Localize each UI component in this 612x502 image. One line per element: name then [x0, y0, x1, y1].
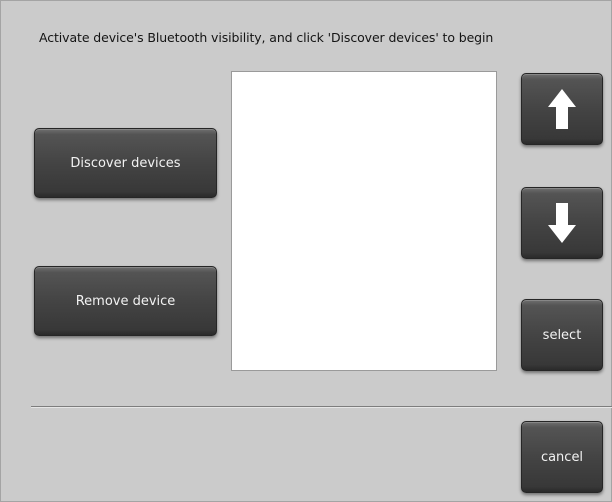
- bluetooth-dialog: Activate device's Bluetooth visibility, …: [0, 0, 612, 502]
- select-label: select: [542, 327, 582, 343]
- discover-devices-button[interactable]: Discover devices: [34, 128, 217, 198]
- arrow-down-icon: [548, 203, 576, 243]
- remove-device-label: Remove device: [75, 293, 176, 309]
- device-list[interactable]: [231, 71, 497, 371]
- scroll-up-button[interactable]: [521, 73, 603, 145]
- instruction-text: Activate device's Bluetooth visibility, …: [39, 30, 494, 45]
- divider: [31, 406, 612, 408]
- remove-device-button[interactable]: Remove device: [34, 266, 217, 336]
- select-button[interactable]: select: [521, 299, 603, 371]
- arrow-up-icon: [548, 89, 576, 129]
- discover-devices-label: Discover devices: [70, 155, 181, 171]
- cancel-label: cancel: [540, 449, 584, 465]
- cancel-button[interactable]: cancel: [521, 421, 603, 493]
- scroll-down-button[interactable]: [521, 187, 603, 259]
